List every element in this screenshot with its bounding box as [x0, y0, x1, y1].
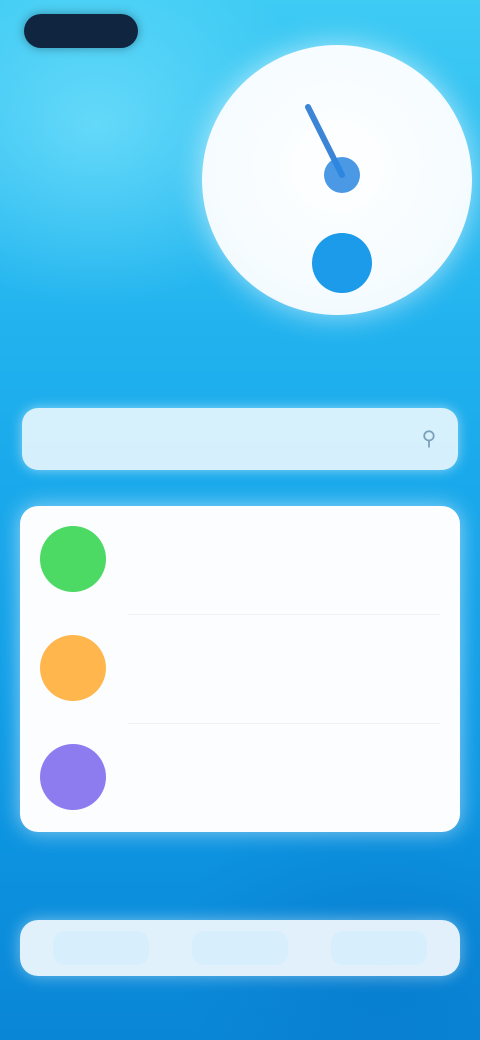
hero-timer-illustration [202, 45, 472, 315]
bottom-navigation [20, 920, 460, 976]
bottom-nav-item-1[interactable] [53, 931, 150, 965]
activity-list [20, 506, 460, 832]
status-pill [24, 14, 138, 48]
bottom-nav-item-2[interactable] [191, 931, 288, 965]
bottom-nav-item-3[interactable] [330, 931, 427, 965]
list-item[interactable] [20, 724, 460, 832]
list-item[interactable] [20, 615, 460, 723]
search-icon[interactable]: ⚲ [418, 428, 440, 450]
search-bar[interactable]: ⚲ [22, 408, 458, 470]
list-item-avatar [40, 635, 106, 701]
search-input[interactable] [40, 429, 418, 449]
list-item-avatar [40, 744, 106, 810]
timer-icon [305, 104, 372, 293]
list-item-avatar [40, 526, 106, 592]
list-item[interactable] [20, 506, 460, 614]
section-title [22, 356, 222, 380]
